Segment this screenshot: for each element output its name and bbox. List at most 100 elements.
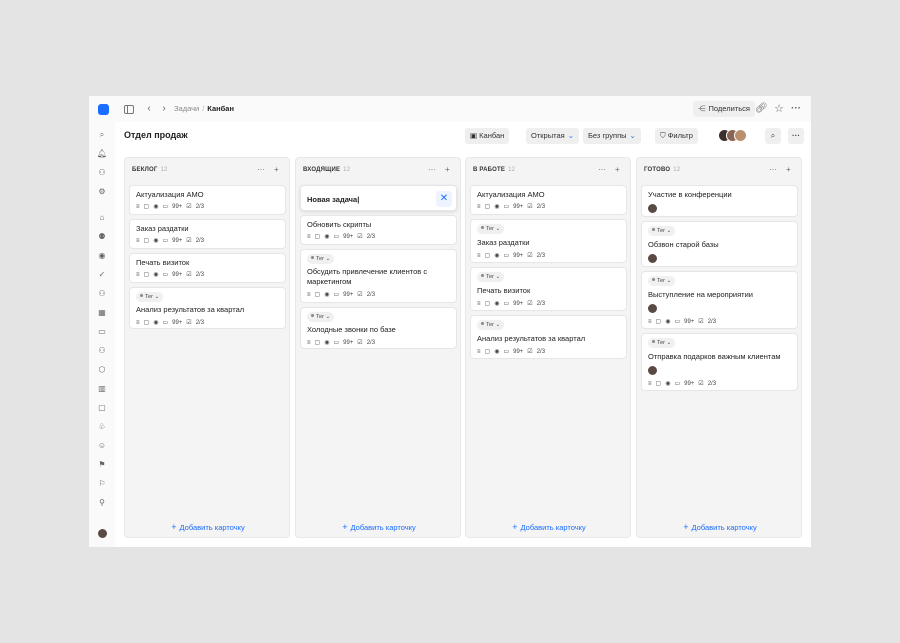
task-card[interactable]: Тег ⌄ Анализ результатов за квартал ≡ ▢ ◉ ▭… — [470, 315, 627, 359]
task-card[interactable]: Заказ раздатки ≡ ▢ ◉ ▭ 99+ ☑ 2/3 — [129, 219, 286, 249]
view-kanban-label: Канбан — [479, 131, 505, 140]
task-card[interactable]: Тег ⌄ Отправка подарков важным клиентам … — [641, 333, 798, 391]
calendar-icon: ▢ — [143, 204, 150, 210]
bell-icon[interactable]: 🔔︎ — [96, 148, 108, 160]
gear-icon[interactable]: ⚙ — [96, 186, 108, 198]
checklist-icon: ☑ — [357, 234, 363, 240]
task-card[interactable]: Тег ⌄ Заказ раздатки ≡ ▢ ◉ ▭ 99+ ☑ 2/3 — [470, 219, 627, 263]
checklist-icon: ☑ — [357, 292, 363, 298]
comment-icon: ▭ — [333, 234, 340, 240]
share-button[interactable]: ⋲ Поделиться — [693, 101, 755, 117]
members-avatars[interactable] — [718, 129, 754, 143]
card-meta: ≡ ▢ ◉ ▭ 99+ ☑ 2/3 — [648, 380, 720, 388]
task-card[interactable]: Тег ⌄ Обсудить привлечение клиентов с ма… — [300, 249, 457, 303]
task-card[interactable]: Печать визиток ≡ ▢ ◉ ▭ 99+ ☑ 2/3 — [129, 253, 286, 283]
folder-icon[interactable]: ▭ — [96, 326, 108, 338]
task-card[interactable]: Актуализация АМО ≡ ▢ ◉ ▭ 99+ ☑ 2/3 — [470, 185, 627, 215]
card-tag[interactable]: Тег ⌄ — [648, 338, 676, 348]
search-icon[interactable]: ⌕ — [96, 129, 108, 141]
card-tag[interactable]: Тег ⌄ — [648, 276, 676, 286]
group-dropdown[interactable]: Без группы ⌄ — [583, 128, 641, 144]
task-card[interactable]: Тег ⌄ Холодные звонки по базе ≡ ▢ ◉ ▭ 99+ ☑ 2/… — [300, 307, 457, 349]
eye-icon: ◉ — [153, 272, 159, 278]
home-icon[interactable]: ⌂ — [96, 212, 108, 224]
checklist-progress: 2/3 — [707, 381, 717, 387]
flag-icon[interactable]: ⚑ — [96, 459, 108, 471]
filter-button[interactable]: ⛉ Фильтр — [655, 128, 698, 144]
back-icon[interactable]: ‹ — [144, 101, 154, 117]
task-card[interactable]: Тег ⌄ Обзвон старой базы — [641, 221, 798, 267]
check-circle-icon[interactable]: ✓ — [96, 269, 108, 281]
avatar — [734, 129, 747, 142]
add-card-button[interactable]: + Добавить карточку — [296, 522, 462, 532]
add-card-button[interactable]: + Добавить карточку — [637, 522, 803, 532]
views-count: 99+ — [172, 320, 183, 326]
column-in-progress: В РАБОТЕ 12 ··· + Актуализация АМО ≡ ▢ ◉ ▭ 99… — [465, 157, 631, 538]
sidebar-toggle-icon[interactable] — [124, 105, 134, 114]
new-card-input[interactable] — [307, 193, 427, 205]
column-title: ВХОДЯЩИЕ 12 — [303, 167, 351, 173]
user-circle-icon[interactable]: ◉ — [96, 250, 108, 262]
settings-icon[interactable]: ⬡ — [96, 364, 108, 376]
column-add-icon[interactable]: + — [274, 165, 279, 174]
calendar-icon[interactable]: ▦ — [96, 307, 108, 319]
plus-icon: + — [512, 522, 518, 532]
column-more-icon[interactable]: ··· — [769, 165, 777, 174]
add-user-icon[interactable]: ⚲ — [96, 497, 108, 509]
card-title: Обновить скрипты — [307, 220, 372, 229]
column-more-icon[interactable]: ··· — [598, 165, 606, 174]
column-add-icon[interactable]: + — [445, 165, 450, 174]
column-add-icon[interactable]: + — [615, 165, 620, 174]
column-more-icon[interactable]: ··· — [257, 165, 265, 174]
breadcrumb-item-tasks[interactable]: Задачи — [174, 104, 199, 113]
people-icon[interactable]: ⚇ — [96, 345, 108, 357]
card-meta: ≡ ▢ ◉ ▭ 99+ ☑ 2/3 — [136, 271, 208, 279]
card-meta: ≡ ▢ ◉ ▭ 99+ ☑ 2/3 — [477, 300, 549, 308]
comment-icon: ▭ — [503, 301, 510, 307]
star-icon[interactable]: ☆ — [773, 101, 785, 117]
task-card[interactable]: Обновить скрипты ≡ ▢ ◉ ▭ 99+ ☑ 2/3 — [300, 215, 457, 245]
card-tag[interactable]: Тег ⌄ — [648, 226, 676, 236]
users-icon[interactable]: ⚇ — [96, 167, 108, 179]
close-icon[interactable]: ✕ — [436, 191, 452, 207]
card-title: Анализ результатов за квартал — [477, 334, 586, 343]
task-card[interactable]: Тег ⌄ Печать визиток ≡ ▢ ◉ ▭ 99+ ☑ 2/3 — [470, 267, 627, 311]
chat-icon[interactable]: ▢ — [96, 402, 108, 414]
task-card[interactable]: Участие в конференции — [641, 185, 798, 217]
flag-plus-icon[interactable]: ⚐ — [96, 478, 108, 490]
team-icon[interactable]: ⚉ — [96, 231, 108, 243]
link-icon[interactable]: 🔗︎ — [755, 101, 768, 117]
status-dropdown[interactable]: Открытая ⌄ — [526, 128, 579, 144]
column-count: 12 — [343, 167, 351, 173]
column-add-icon[interactable]: + — [786, 165, 791, 174]
card-tag[interactable]: Тег ⌄ — [477, 272, 505, 282]
task-card[interactable]: Тег ⌄ Анализ результатов за квартал ≡ ▢ ◉ ▭… — [129, 287, 286, 329]
card-tag[interactable]: Тег ⌄ — [307, 254, 335, 264]
add-card-button[interactable]: + Добавить карточку — [466, 522, 632, 532]
card-tag[interactable]: Тег ⌄ — [136, 292, 164, 302]
column-more-icon[interactable]: ··· — [428, 165, 436, 174]
avatar — [648, 254, 657, 263]
breadcrumb-item-kanban[interactable]: Канбан — [207, 104, 234, 113]
user-avatar[interactable] — [98, 529, 107, 538]
card-tag[interactable]: Тег ⌄ — [477, 224, 505, 234]
add-card-button[interactable]: + Добавить карточку — [125, 522, 291, 532]
card-tag[interactable]: Тег ⌄ — [307, 312, 335, 322]
checklist-icon: ☑ — [698, 319, 704, 325]
smile-icon[interactable]: ☺ — [96, 440, 108, 452]
chart-icon[interactable]: ▥ — [96, 383, 108, 395]
more-icon[interactable]: ··· — [790, 101, 802, 117]
card-tag[interactable]: Тег ⌄ — [477, 320, 505, 330]
card-title: Актуализация АМО — [136, 190, 204, 199]
org-icon[interactable]: ♧ — [96, 421, 108, 433]
view-kanban-button[interactable]: ▣ Канбан — [465, 128, 510, 144]
task-card[interactable]: Актуализация АМО ≡ ▢ ◉ ▭ 99+ ☑ 2/3 — [129, 185, 286, 215]
search-button[interactable]: ⌕ — [765, 128, 781, 144]
views-count: 99+ — [172, 238, 183, 244]
forward-icon[interactable]: › — [159, 101, 169, 117]
status-label: Открытая — [531, 131, 565, 140]
task-card[interactable]: Тег ⌄ Выступление на мероприятии ≡ ▢ ◉ ▭ 99+… — [641, 271, 798, 329]
checklist-progress: 2/3 — [536, 349, 546, 355]
group-icon[interactable]: ⚇ — [96, 288, 108, 300]
more-button[interactable]: ··· — [788, 128, 804, 144]
